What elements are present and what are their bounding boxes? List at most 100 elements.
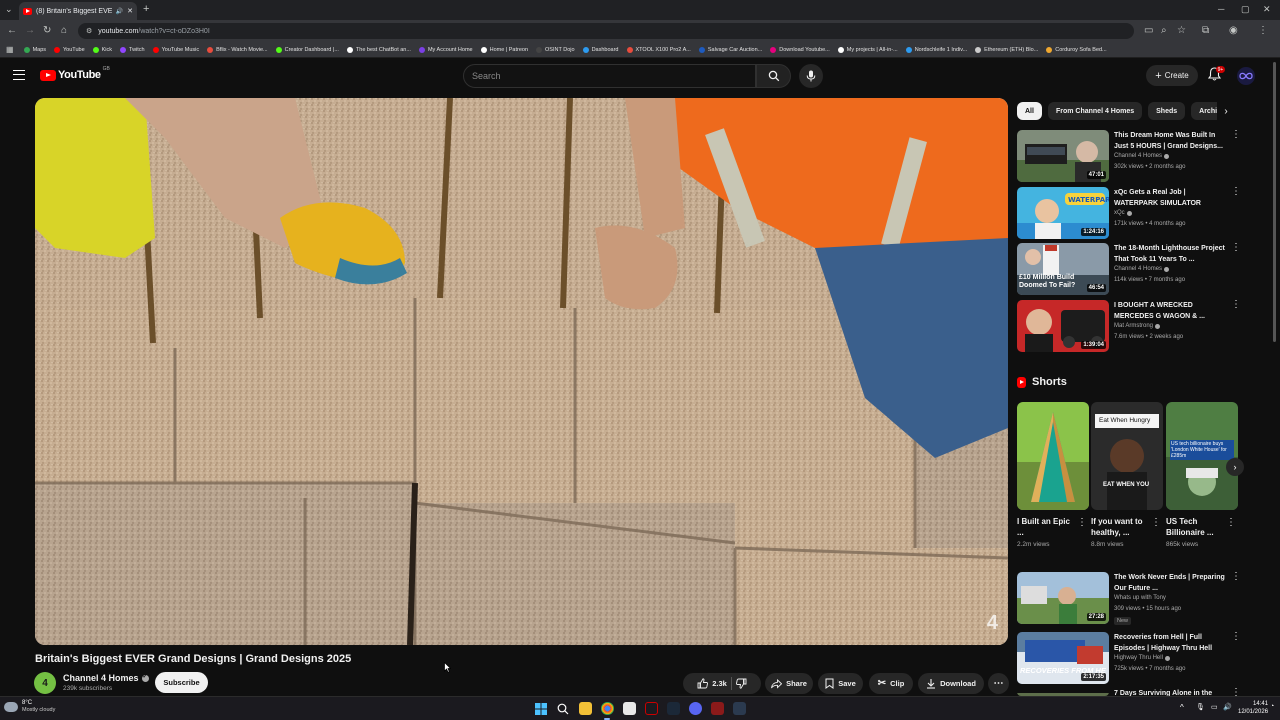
bookmark-item[interactable]: Download Youtube...	[766, 46, 833, 53]
video-thumbnail[interactable]: WATERPARK 1:24:16	[1017, 187, 1109, 239]
search-icon[interactable]	[557, 703, 569, 715]
short-thumbnail[interactable]	[1017, 402, 1089, 510]
address-bar[interactable]: ⚙ youtube.com/watch?v=ct-oDZo3H0I	[78, 23, 1134, 39]
more-actions-button[interactable]: ⋯	[988, 673, 1009, 694]
page-scrollbar[interactable]	[1273, 62, 1276, 342]
short-menu-icon[interactable]: ⋮	[1077, 517, 1087, 528]
video-title[interactable]: xQc Gets a Real Job | WATERPARK SIMULATO…	[1114, 187, 1226, 209]
recommended-video[interactable]: £10 Million Build Doomed To Fail? 46:54 …	[1017, 243, 1242, 295]
minimize-icon[interactable]: ─	[1218, 4, 1224, 14]
channel-avatar[interactable]: 4	[34, 672, 56, 694]
close-window-icon[interactable]: ✕	[1263, 4, 1271, 15]
recommended-video[interactable]: 1:39:04 I BOUGHT A WRECKED MERCEDES G WA…	[1017, 300, 1242, 352]
video-title[interactable]: This Dream Home Was Built In Just 5 HOUR…	[1114, 130, 1226, 152]
recommended-video[interactable]: 27:28 The Work Never Ends | Preparing Ou…	[1017, 572, 1242, 625]
video-title[interactable]: Recoveries from Hell | Full Episodes | H…	[1114, 632, 1226, 654]
tab-close-icon[interactable]: ✕	[127, 7, 133, 15]
app-icon[interactable]	[645, 702, 658, 715]
like-button[interactable]: 2.3k	[697, 678, 727, 689]
download-button[interactable]: Download	[918, 673, 984, 694]
search-button[interactable]	[756, 64, 791, 88]
video-menu-icon[interactable]: ⋮	[1231, 688, 1241, 696]
weather-widget[interactable]: 8°C Mostly cloudy	[4, 700, 55, 714]
menu-icon[interactable]: ⋮	[1258, 25, 1268, 36]
short-item[interactable]: US tech billionaire buys 'London White H…	[1166, 402, 1238, 548]
zoom-icon[interactable]: ⌕	[1161, 25, 1167, 36]
video-thumbnail[interactable]	[1017, 688, 1109, 696]
share-button[interactable]: Share	[765, 673, 813, 694]
short-item[interactable]: Eat When Hungry EAT WHEN YOU If you want…	[1091, 402, 1163, 548]
maximize-icon[interactable]: ▢	[1241, 4, 1250, 15]
short-menu-icon[interactable]: ⋮	[1226, 517, 1236, 528]
channel-row[interactable]: Channel 4 Homes	[1114, 266, 1170, 272]
windows-start-icon[interactable]	[535, 703, 547, 715]
bookmark-item[interactable]: Nordschleife 1 Indiv...	[902, 46, 971, 53]
video-menu-icon[interactable]: ⋮	[1231, 572, 1241, 582]
chip-from-channel[interactable]: From Channel 4 Homes	[1047, 102, 1143, 120]
bookmark-item[interactable]: Ethereum (ETH) Blo...	[971, 46, 1042, 53]
channel-row[interactable]: xQc	[1114, 210, 1132, 216]
voice-search-button[interactable]	[799, 64, 823, 88]
browser-tab-active[interactable]: (8) Britain's Biggest EVER G 🔊 ✕	[19, 2, 137, 20]
video-menu-icon[interactable]: ⋮	[1231, 300, 1241, 310]
recommended-video[interactable]: WATERPARK 1:24:16 xQc Gets a Real Job | …	[1017, 187, 1242, 239]
steam-icon[interactable]	[667, 702, 680, 715]
video-menu-icon[interactable]: ⋮	[1231, 130, 1241, 140]
bookmark-item[interactable]: Dashboard	[579, 46, 623, 53]
channel-row[interactable]: Highway Thru Hell	[1114, 655, 1170, 661]
channel-name-row[interactable]: Channel 4 Homes	[63, 673, 149, 683]
short-item[interactable]: I Built an Epic ... 2.2m views ⋮	[1017, 402, 1089, 548]
app-icon[interactable]	[733, 702, 746, 715]
channel-row[interactable]: Mat Armstrong	[1114, 323, 1161, 329]
video-player[interactable]: 4	[35, 98, 1008, 645]
profile-icon[interactable]: ◉	[1229, 25, 1238, 36]
bookmark-item[interactable]: Kick	[89, 46, 116, 53]
forward-icon[interactable]: →	[25, 25, 35, 36]
cast-icon[interactable]: ▭	[1144, 25, 1153, 36]
new-tab-button[interactable]: +	[143, 4, 149, 15]
bookmark-item[interactable]: Creator Dashboard |...	[272, 46, 343, 53]
volume-icon[interactable]: 🔊	[1223, 703, 1232, 711]
video-menu-icon[interactable]: ⋮	[1231, 632, 1241, 642]
video-menu-icon[interactable]: ⋮	[1231, 187, 1241, 197]
system-clock[interactable]: 14:41 12/01/2026	[1238, 700, 1268, 716]
bookmark-item[interactable]: YouTube	[50, 46, 89, 53]
chip-sheds[interactable]: Sheds	[1148, 102, 1186, 120]
video-title[interactable]: The Work Never Ends | Preparing Our Futu…	[1114, 572, 1226, 594]
video-menu-icon[interactable]: ⋮	[1231, 243, 1241, 253]
video-title[interactable]: I BOUGHT A WRECKED MERCEDES G WAGON & ..…	[1114, 300, 1226, 322]
clip-button[interactable]: ✂ Clip	[869, 673, 913, 694]
chevron-right-icon[interactable]: ›	[1217, 102, 1235, 120]
channel-row[interactable]: Whats up with Tony	[1114, 595, 1166, 601]
youtube-logo[interactable]: YouTube GB	[40, 66, 110, 81]
bookmark-item[interactable]: Salvage Car Auction...	[695, 46, 766, 53]
bookmark-star-icon[interactable]: ☆	[1177, 25, 1186, 36]
bookmark-item[interactable]: YouTube Music	[149, 46, 204, 53]
chip-all[interactable]: All	[1017, 102, 1042, 120]
back-icon[interactable]: ←	[7, 25, 17, 36]
search-input[interactable]: Search	[463, 64, 756, 88]
extensions-icon[interactable]: ⧉	[1202, 25, 1209, 36]
bookmark-item[interactable]: Twitch	[116, 46, 149, 53]
microphone-tray-icon[interactable]: 🎙	[1196, 703, 1205, 711]
account-avatar[interactable]	[1237, 67, 1255, 85]
home-icon[interactable]: ⌂	[61, 25, 67, 36]
video-title[interactable]: 7 Days Surviving Alone in the	[1114, 688, 1226, 696]
thumbs-down-icon[interactable]	[735, 678, 747, 689]
bookmark-item[interactable]: My projects | All-in-...	[834, 46, 902, 53]
channel-row[interactable]: Channel 4 Homes	[1114, 153, 1170, 159]
bookmark-item[interactable]: Bflix - Watch Movie...	[203, 46, 271, 53]
chrome-icon[interactable]	[601, 702, 614, 715]
site-info-icon[interactable]: ⚙	[86, 27, 92, 35]
shorts-next-arrow-icon[interactable]: ›	[1226, 458, 1244, 476]
short-menu-icon[interactable]: ⋮	[1151, 517, 1161, 528]
network-icon[interactable]: ▭	[1211, 703, 1218, 711]
short-thumbnail[interactable]: Eat When Hungry EAT WHEN YOU	[1091, 402, 1163, 510]
app-icon[interactable]	[711, 702, 724, 715]
bookmark-item[interactable]: Maps	[20, 46, 50, 53]
recommended-video[interactable]: 47:01 This Dream Home Was Built In Just …	[1017, 130, 1242, 182]
notifications-icon[interactable]: ◔	[1270, 703, 1274, 710]
video-title[interactable]: The 18-Month Lighthouse Project That Too…	[1114, 243, 1226, 265]
bookmark-item[interactable]: The best ChatBot an...	[343, 46, 415, 53]
file-explorer-icon[interactable]	[579, 702, 592, 715]
